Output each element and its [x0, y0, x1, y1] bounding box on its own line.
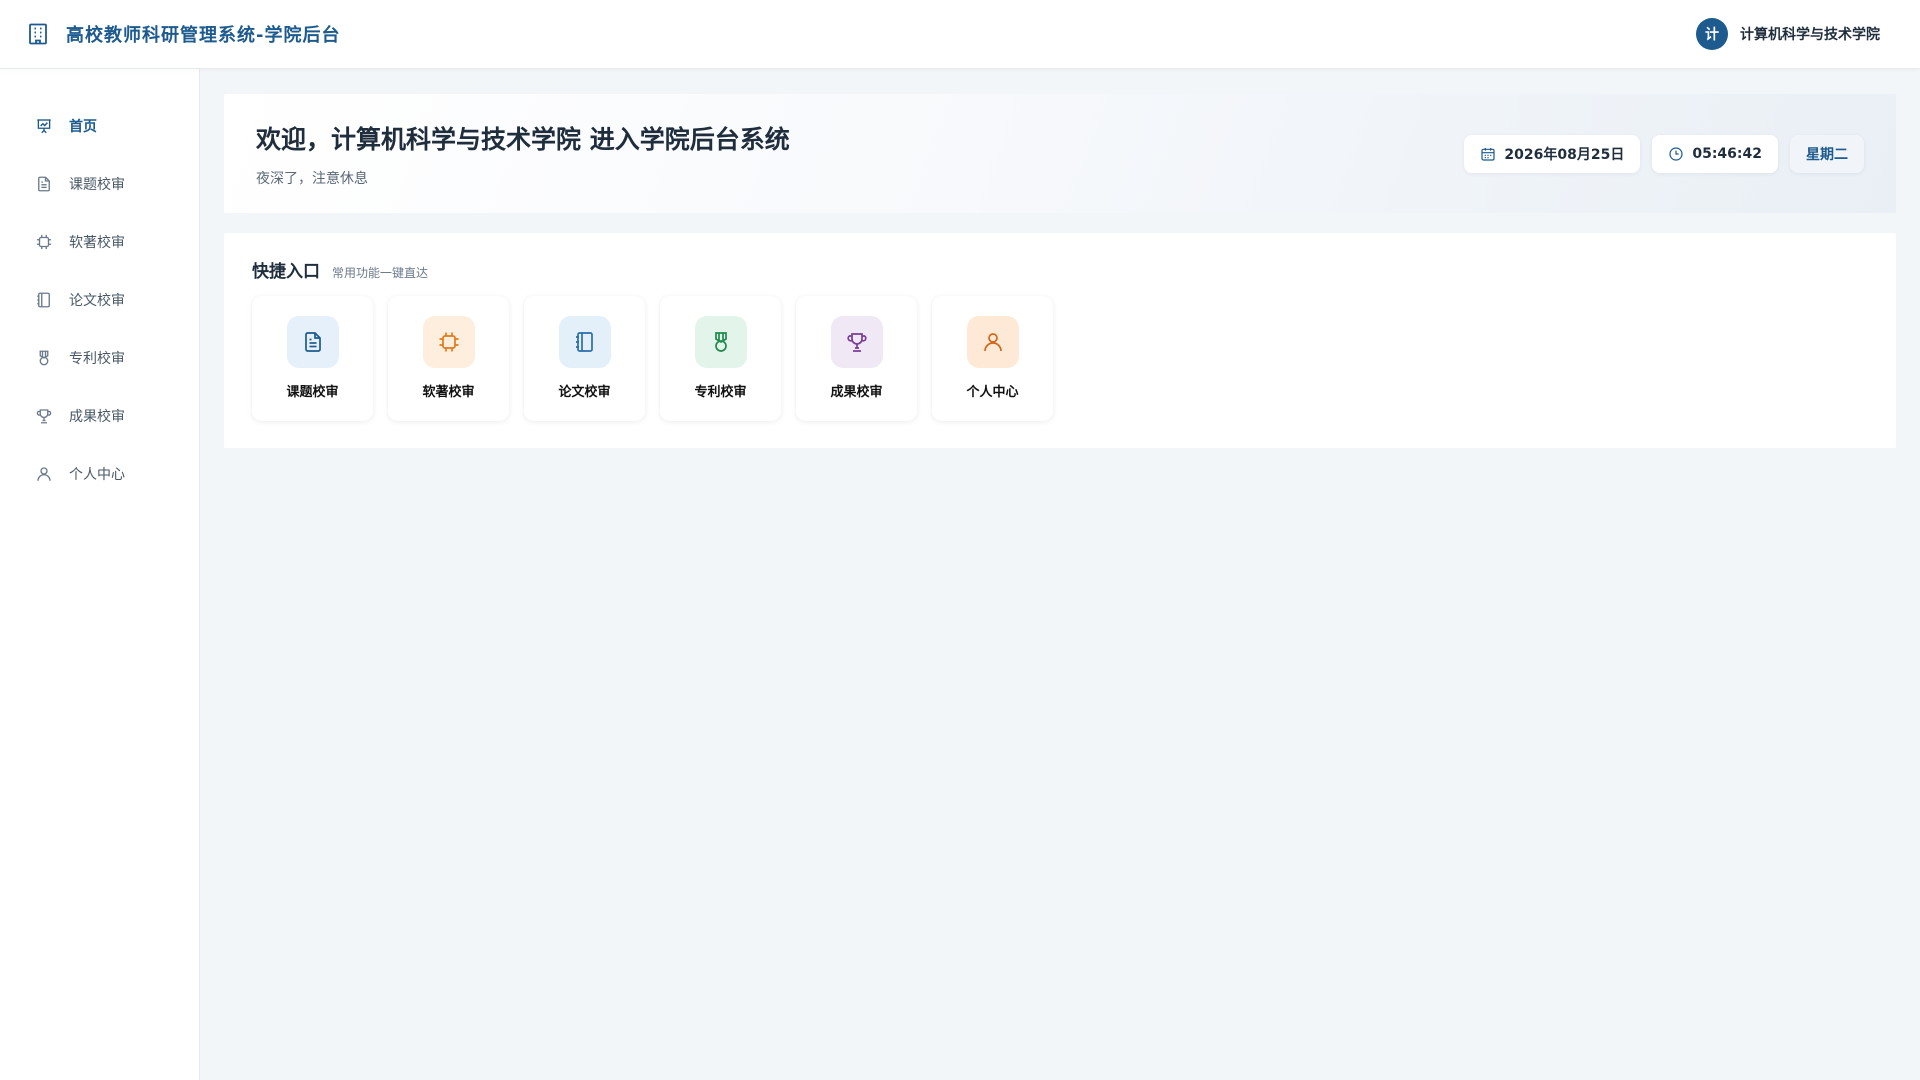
quick-tile-profile[interactable]: 个人中心 — [932, 296, 1053, 421]
trophy-icon — [830, 316, 883, 368]
time-chip: 05:46:42 — [1652, 134, 1778, 173]
sidebar-item-patent-review[interactable]: 专利校审 — [0, 329, 199, 387]
sidebar: 首页 课题校审 软著校审 论文校审 专利校审 成果校审 个人中心 — [0, 69, 200, 1080]
user-name: 计算机科学与技术学院 — [1740, 27, 1880, 43]
avatar: 计 — [1696, 18, 1728, 50]
trophy-icon — [35, 407, 53, 425]
top-header: 高校教师科研管理系统-学院后台 计 计算机科学与技术学院 — [0, 0, 1920, 69]
sidebar-item-label: 课题校审 — [69, 177, 125, 193]
datetime-info: 2026年08月25日 05:46:42 星期二 — [1464, 134, 1864, 173]
sidebar-item-software-review[interactable]: 软著校审 — [0, 213, 199, 271]
time-text: 05:46:42 — [1692, 145, 1762, 162]
quick-tile-label: 成果校审 — [830, 385, 883, 400]
main-content: 欢迎，计算机科学与技术学院 进入学院后台系统 夜深了，注意休息 2026年08月… — [200, 69, 1920, 1080]
notebook-icon — [558, 316, 611, 368]
sidebar-item-achievement-review[interactable]: 成果校审 — [0, 387, 199, 445]
sidebar-item-profile[interactable]: 个人中心 — [0, 445, 199, 503]
date-text: 2026年08月25日 — [1504, 146, 1625, 163]
weekday-chip: 星期二 — [1790, 134, 1864, 173]
presentation-chart-icon — [35, 117, 53, 135]
building-icon — [26, 22, 50, 46]
quick-tile-patent-review[interactable]: 专利校审 — [660, 296, 781, 421]
quick-tile-software-review[interactable]: 软著校审 — [388, 296, 509, 421]
chip-icon — [422, 316, 475, 368]
welcome-text: 欢迎，计算机科学与技术学院 进入学院后台系统 夜深了，注意休息 — [256, 120, 790, 188]
sidebar-item-label: 软著校审 — [69, 235, 125, 251]
sidebar-item-label: 论文校审 — [69, 293, 125, 309]
welcome-subtitle: 夜深了，注意休息 — [256, 170, 368, 187]
quick-tile-label: 论文校审 — [558, 385, 611, 400]
sidebar-item-paper-review[interactable]: 论文校审 — [0, 271, 199, 329]
user-icon — [966, 316, 1019, 368]
quick-access-subtitle: 常用功能一键直达 — [332, 266, 429, 280]
user-icon — [35, 465, 53, 483]
sidebar-item-label: 个人中心 — [69, 467, 125, 483]
quick-tile-paper-review[interactable]: 论文校审 — [524, 296, 645, 421]
chip-icon — [35, 233, 53, 251]
quick-access-header: 快捷入口 常用功能一键直达 — [252, 257, 1868, 282]
date-chip: 2026年08月25日 — [1464, 134, 1641, 173]
quick-tile-achievement-review[interactable]: 成果校审 — [796, 296, 917, 421]
quick-access-panel: 快捷入口 常用功能一键直达 课题校审 软著校审 论文校审 专利校审 成果校审 个… — [224, 233, 1896, 448]
document-icon — [35, 175, 53, 193]
sidebar-item-project-review[interactable]: 课题校审 — [0, 155, 199, 213]
calendar-icon — [1480, 146, 1496, 162]
medal-icon — [694, 316, 747, 368]
user-menu[interactable]: 计 计算机科学与技术学院 — [1696, 18, 1880, 50]
quick-access-title: 快捷入口 — [252, 262, 320, 282]
sidebar-item-home[interactable]: 首页 — [0, 97, 199, 155]
quick-tile-project-review[interactable]: 课题校审 — [252, 296, 373, 421]
sidebar-item-label: 成果校审 — [69, 409, 125, 425]
sidebar-item-label: 首页 — [69, 119, 97, 135]
clock-icon — [1668, 146, 1684, 162]
quick-tile-label: 专利校审 — [694, 385, 747, 400]
brand[interactable]: 高校教师科研管理系统-学院后台 — [26, 21, 340, 47]
weekday-text: 星期二 — [1806, 146, 1848, 163]
welcome-title: 欢迎，计算机科学与技术学院 进入学院后台系统 — [256, 124, 790, 154]
sidebar-item-label: 专利校审 — [69, 351, 125, 367]
notebook-icon — [35, 291, 53, 309]
document-icon — [286, 316, 339, 368]
welcome-banner: 欢迎，计算机科学与技术学院 进入学院后台系统 夜深了，注意休息 2026年08月… — [224, 94, 1896, 213]
quick-tile-label: 软著校审 — [422, 385, 475, 400]
quick-access-tiles: 课题校审 软著校审 论文校审 专利校审 成果校审 个人中心 — [252, 296, 1868, 421]
medal-icon — [35, 349, 53, 367]
app-title: 高校教师科研管理系统-学院后台 — [66, 25, 341, 46]
quick-tile-label: 课题校审 — [286, 385, 339, 400]
quick-tile-label: 个人中心 — [966, 385, 1019, 400]
